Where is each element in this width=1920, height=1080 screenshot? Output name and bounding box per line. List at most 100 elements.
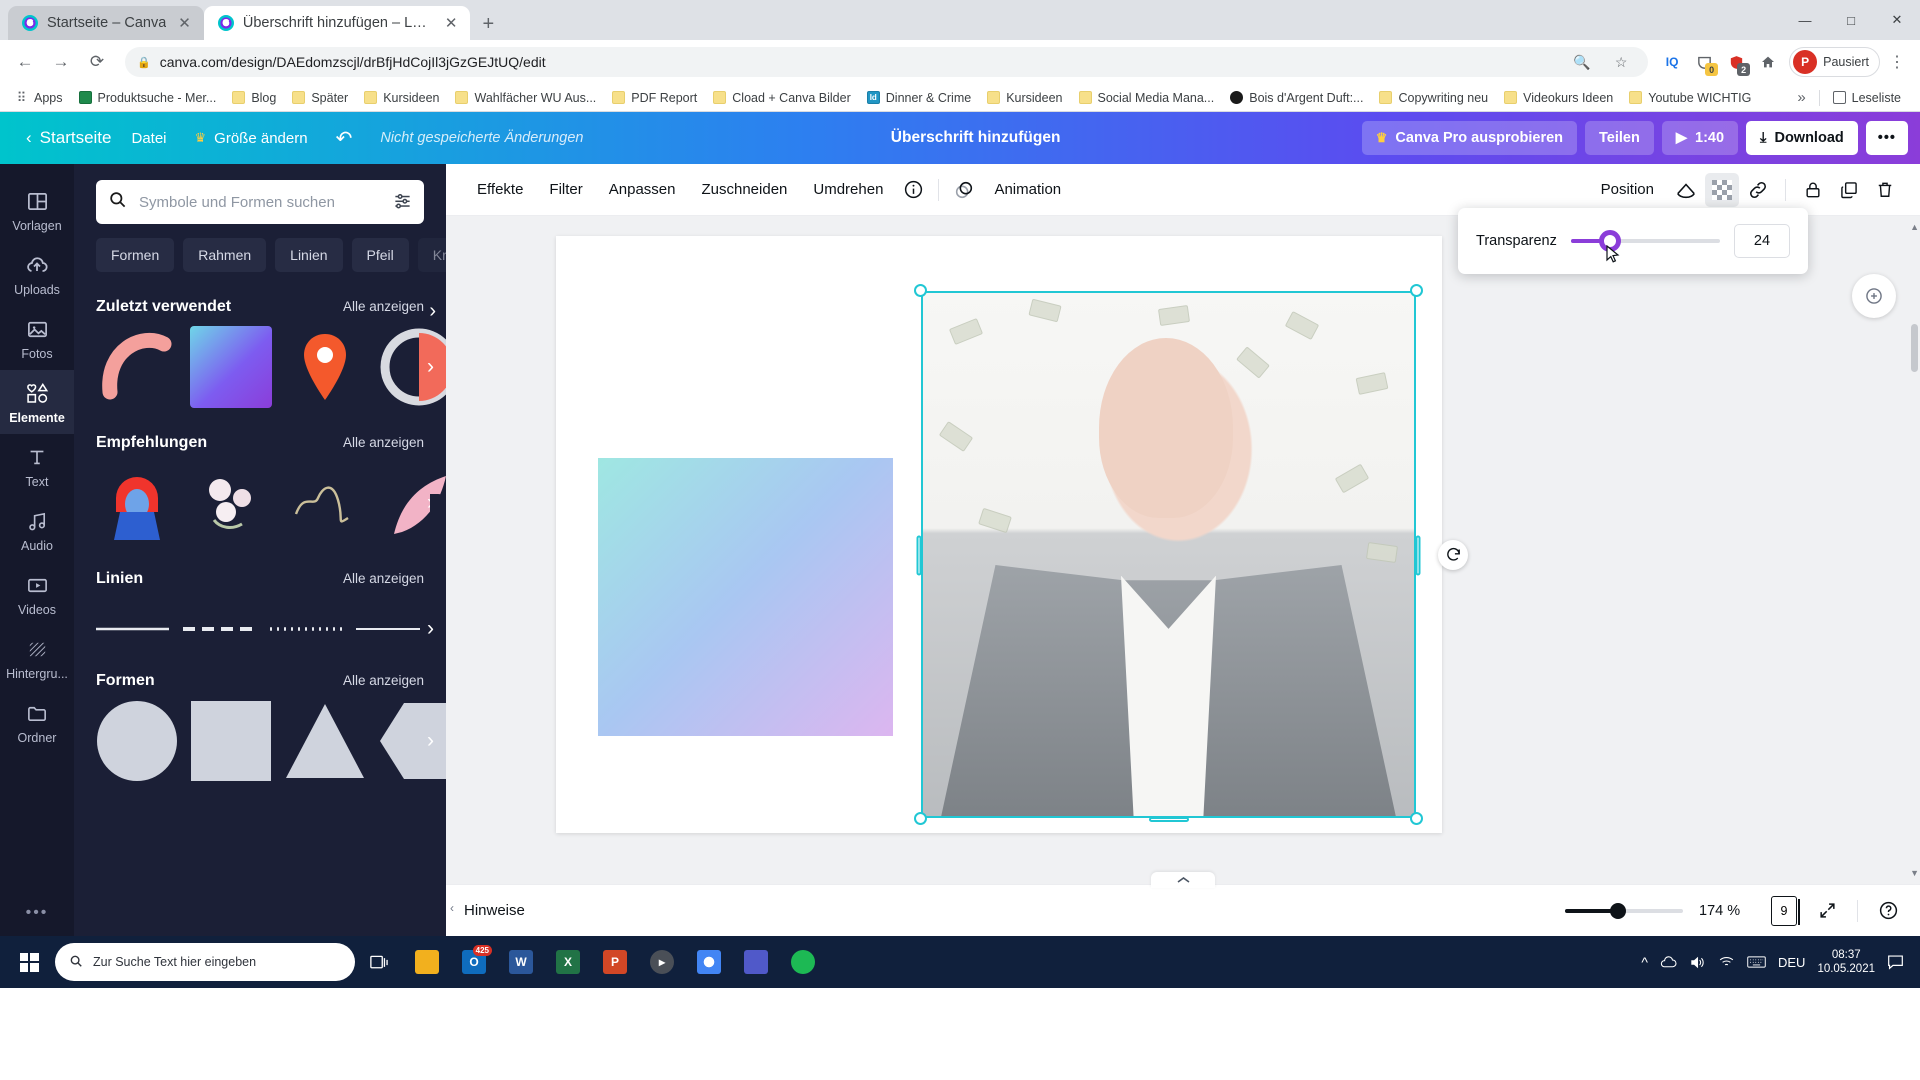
- bookmark-item[interactable]: Später: [285, 89, 355, 107]
- help-circle-icon[interactable]: [1874, 897, 1902, 925]
- chip-rahmen[interactable]: Rahmen: [183, 238, 267, 272]
- tool-anpassen[interactable]: Anpassen: [596, 173, 689, 206]
- profile-button[interactable]: P Pausiert: [1789, 47, 1880, 77]
- collapse-panel-button[interactable]: chevron-up-icon: [1151, 872, 1215, 888]
- ellipsis-icon[interactable]: •••: [26, 904, 49, 922]
- sidebar-item-text[interactable]: Text: [0, 434, 74, 498]
- tool-umdrehen[interactable]: Umdrehen: [800, 173, 896, 206]
- reload-icon[interactable]: ⟳: [80, 45, 114, 79]
- back-icon[interactable]: ←: [8, 45, 42, 79]
- sidebar-item-vorlagen[interactable]: Vorlagen: [0, 178, 74, 242]
- line-thin[interactable]: [356, 623, 424, 635]
- sidebar-item-audio[interactable]: Audio: [0, 498, 74, 562]
- minimize-icon[interactable]: —: [1782, 3, 1828, 37]
- zoom-slider[interactable]: [1565, 902, 1683, 919]
- bookmark-item[interactable]: Blog: [225, 89, 283, 107]
- canvas-area[interactable]: ▲ ▼: [446, 216, 1920, 884]
- resize-button[interactable]: ♛ Größe ändern: [181, 122, 322, 155]
- design-page[interactable]: [556, 236, 1468, 833]
- tool-effekte[interactable]: Effekte: [464, 173, 536, 206]
- search-input[interactable]: Symbole und Formen suchen: [96, 180, 424, 224]
- scrollbar-thumb[interactable]: [1911, 324, 1918, 372]
- kebab-menu-icon[interactable]: ⋮: [1882, 47, 1912, 77]
- resize-handle-bottom[interactable]: [1148, 817, 1189, 822]
- element-thumb[interactable]: [284, 326, 366, 408]
- chevron-right-icon[interactable]: ›: [429, 300, 436, 323]
- element-thumb[interactable]: [96, 462, 178, 544]
- sidebar-item-videos[interactable]: Videos: [0, 562, 74, 626]
- maximize-icon[interactable]: □: [1828, 3, 1874, 37]
- sidebar-item-uploads[interactable]: Uploads: [0, 242, 74, 306]
- panel-expand-icon[interactable]: ‹: [450, 901, 454, 915]
- line-solid[interactable]: [96, 623, 169, 635]
- see-all-link[interactable]: Alle anzeigen: [343, 435, 424, 450]
- home-icon[interactable]: [1753, 47, 1783, 77]
- bookmark-item[interactable]: Kursideen: [357, 89, 446, 107]
- close-icon[interactable]: ✕: [442, 16, 461, 31]
- windows-logo-icon[interactable]: [6, 939, 52, 985]
- tool-position[interactable]: Position: [1588, 173, 1667, 206]
- pages-icon[interactable]: 9: [1771, 895, 1800, 926]
- sliders-icon[interactable]: [393, 191, 412, 214]
- resize-handle-right[interactable]: [1415, 535, 1421, 575]
- see-all-link[interactable]: Alle anzeigen: [343, 571, 424, 586]
- shape-hexagon[interactable]: [378, 700, 446, 782]
- see-all-link[interactable]: Alle anzeigen: [343, 299, 424, 314]
- taskbar-app-spotify[interactable]: [781, 939, 825, 985]
- element-thumb[interactable]: [284, 462, 366, 544]
- taskbar-app-media-player[interactable]: ▸: [640, 939, 684, 985]
- browser-tab-1[interactable]: C Startseite – Canva ✕: [8, 6, 204, 40]
- taskbar-search-input[interactable]: Zur Suche Text hier eingeben: [55, 943, 355, 981]
- close-icon[interactable]: ✕: [1874, 3, 1920, 37]
- keyboard-icon[interactable]: [1747, 955, 1766, 969]
- selected-photo-element[interactable]: [914, 284, 1468, 825]
- line-dashed[interactable]: [182, 623, 256, 635]
- trash-icon[interactable]: [1868, 173, 1902, 207]
- zoom-value[interactable]: 174 %: [1699, 903, 1755, 919]
- present-button[interactable]: ▶ 1:40: [1661, 121, 1739, 155]
- chip-formen[interactable]: Formen: [96, 238, 175, 272]
- bookmark-item[interactable]: ⠿ Apps: [8, 89, 70, 107]
- lock-icon[interactable]: [1796, 173, 1830, 207]
- panel-collapse-button[interactable]: chevron-left-icon: [430, 494, 446, 548]
- taskbar-app-outlook[interactable]: O 425: [452, 939, 496, 985]
- chevron-right-icon[interactable]: ›: [427, 617, 434, 641]
- resize-handle-br[interactable]: [1410, 812, 1423, 825]
- design-title[interactable]: Überschrift hinzufügen: [891, 129, 1061, 147]
- element-thumb[interactable]: [96, 326, 178, 408]
- notes-button[interactable]: Hinweise: [464, 902, 525, 919]
- element-thumb[interactable]: [190, 462, 272, 544]
- taskbar-app-chrome[interactable]: [687, 939, 731, 985]
- duplicate-icon[interactable]: [1832, 173, 1866, 207]
- extension-adblock-icon[interactable]: 2: [1721, 47, 1751, 77]
- canvas-scrollbar[interactable]: ▲ ▼: [1909, 216, 1920, 884]
- sidebar-item-fotos[interactable]: Fotos: [0, 306, 74, 370]
- shape-square[interactable]: [190, 700, 272, 782]
- transparency-icon[interactable]: [1669, 173, 1703, 207]
- bookmark-item[interactable]: Copywriting neu: [1372, 89, 1495, 107]
- taskbar-app-word[interactable]: W: [499, 939, 543, 985]
- resize-handle-bl[interactable]: [914, 812, 927, 825]
- link-icon[interactable]: [1741, 173, 1775, 207]
- share-button[interactable]: Teilen: [1585, 121, 1654, 155]
- transparency-slider[interactable]: [1570, 230, 1720, 263]
- notification-icon[interactable]: [1887, 954, 1904, 970]
- rotate-icon[interactable]: [1438, 539, 1468, 570]
- tool-zuschneiden[interactable]: Zuschneiden: [688, 173, 800, 206]
- download-button[interactable]: ⤓ Download: [1746, 121, 1858, 155]
- transparency-value[interactable]: 24: [1734, 224, 1790, 258]
- shape-circle[interactable]: [96, 700, 178, 782]
- chevron-up-icon[interactable]: ^: [1641, 954, 1648, 970]
- chip-pfeil[interactable]: Pfeil: [351, 238, 409, 272]
- bookmark-item[interactable]: PDF Report: [605, 89, 704, 107]
- forward-icon[interactable]: →: [44, 45, 78, 79]
- sidebar-item-elemente[interactable]: Elemente: [0, 370, 74, 434]
- bookmark-item[interactable]: Produktsuche - Mer...: [72, 89, 224, 107]
- extension-iq-icon[interactable]: IQ: [1657, 47, 1687, 77]
- browser-tab-2[interactable]: C Überschrift hinzufügen – Logo ✕: [203, 6, 471, 40]
- element-thumb[interactable]: [190, 326, 272, 408]
- info-circle-icon[interactable]: [896, 173, 930, 207]
- tool-animation[interactable]: Animation: [981, 173, 1074, 206]
- extension-pocket-icon[interactable]: 0: [1689, 47, 1719, 77]
- wifi-icon[interactable]: [1718, 955, 1735, 969]
